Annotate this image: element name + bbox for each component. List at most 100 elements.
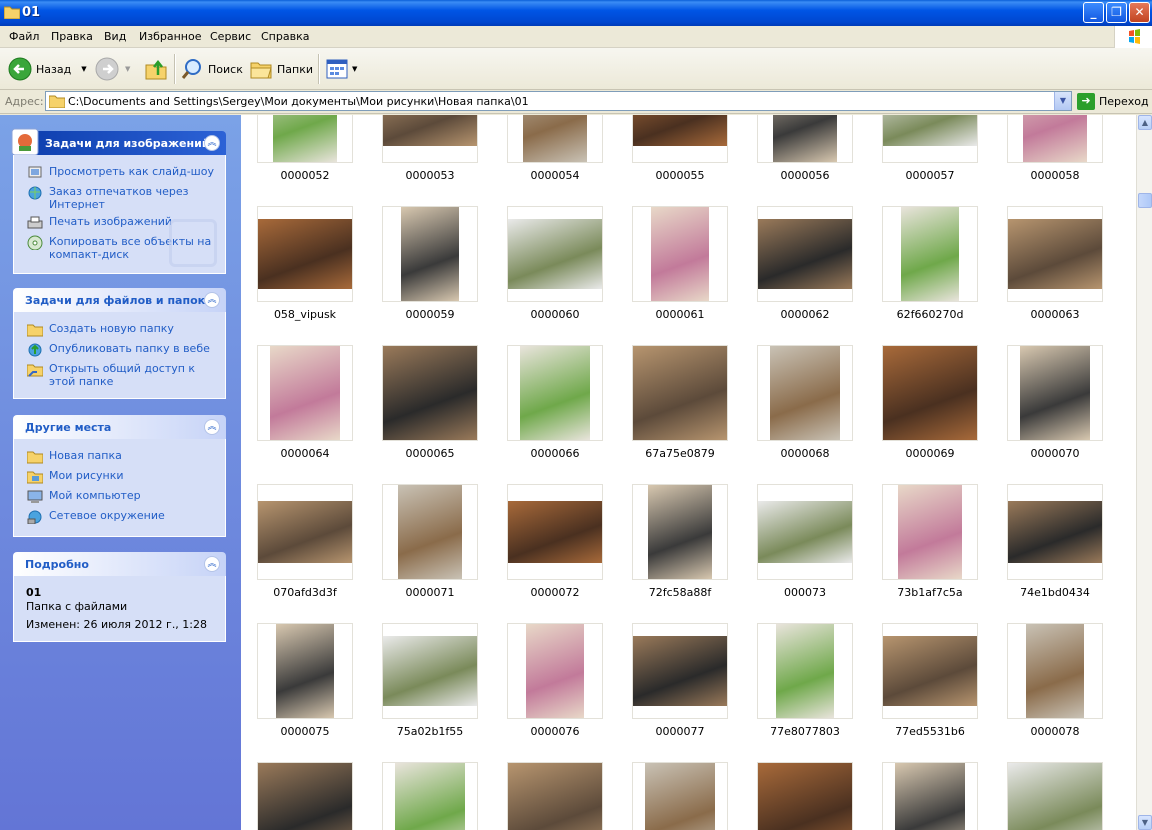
file-thumbnail[interactable] bbox=[632, 345, 728, 441]
file-thumbnail[interactable] bbox=[257, 623, 353, 719]
file-name-label[interactable]: 0000070 bbox=[995, 447, 1115, 460]
share-folder-link[interactable]: Открыть общий доступ к этой папке bbox=[27, 362, 217, 388]
file-name-label[interactable]: 070afd3d3f bbox=[245, 586, 365, 599]
collapse-chevron-icon[interactable]: ︽ bbox=[204, 292, 220, 308]
file-name-label[interactable]: 0000056 bbox=[745, 169, 865, 182]
file-tasks-header[interactable]: Задачи для файлов и папок ︽ bbox=[13, 288, 226, 312]
order-prints-link[interactable]: Заказ отпечатков через Интернет bbox=[27, 185, 217, 211]
file-name-label[interactable]: 0000075 bbox=[245, 725, 365, 738]
file-thumbnail[interactable] bbox=[382, 206, 478, 302]
file-name-label[interactable]: 0000052 bbox=[245, 169, 365, 182]
address-input[interactable]: C:\Documents and Settings\Sergey\Мои док… bbox=[45, 91, 1072, 111]
file-thumbnail[interactable] bbox=[507, 206, 603, 302]
forward-dropdown-icon[interactable]: ▼ bbox=[125, 65, 130, 73]
file-thumbnail[interactable] bbox=[882, 115, 978, 163]
file-thumbnail[interactable] bbox=[632, 484, 728, 580]
file-name-label[interactable]: 77e8077803 bbox=[745, 725, 865, 738]
file-thumbnail[interactable] bbox=[882, 484, 978, 580]
file-thumbnail[interactable] bbox=[507, 345, 603, 441]
file-name-label[interactable]: 0000062 bbox=[745, 308, 865, 321]
image-tasks-header[interactable]: Задачи для изображений ︽ bbox=[11, 128, 226, 156]
details-header[interactable]: Подробно ︽ bbox=[13, 552, 226, 576]
file-thumbnail[interactable] bbox=[507, 115, 603, 163]
file-name-label[interactable]: 0000054 bbox=[495, 169, 615, 182]
file-thumbnail[interactable] bbox=[632, 623, 728, 719]
file-name-label[interactable]: 0000055 bbox=[620, 169, 740, 182]
publish-web-link[interactable]: Опубликовать папку в вебе bbox=[27, 342, 217, 357]
file-thumbnail[interactable] bbox=[507, 484, 603, 580]
forward-button[interactable]: ▼ bbox=[95, 55, 130, 83]
file-name-label[interactable]: 0000061 bbox=[620, 308, 740, 321]
file-name-label[interactable]: 62f660270d bbox=[870, 308, 990, 321]
file-name-label[interactable]: 0000072 bbox=[495, 586, 615, 599]
file-thumbnail[interactable] bbox=[382, 623, 478, 719]
file-name-label[interactable]: 0000066 bbox=[495, 447, 615, 460]
file-thumbnail[interactable] bbox=[1007, 762, 1103, 830]
file-name-label[interactable]: 0000078 bbox=[995, 725, 1115, 738]
search-button[interactable]: Поиск bbox=[180, 55, 243, 83]
other-places-header[interactable]: Другие места ︽ bbox=[13, 415, 226, 439]
back-dropdown-icon[interactable]: ▼ bbox=[81, 65, 86, 73]
file-name-label[interactable]: 0000063 bbox=[995, 308, 1115, 321]
file-name-label[interactable]: 0000060 bbox=[495, 308, 615, 321]
file-name-label[interactable]: 0000058 bbox=[995, 169, 1115, 182]
vertical-scrollbar[interactable]: ▲ ▼ bbox=[1136, 115, 1152, 830]
file-thumbnail[interactable] bbox=[632, 115, 728, 163]
file-thumbnail[interactable] bbox=[382, 762, 478, 830]
file-thumbnail[interactable] bbox=[1007, 206, 1103, 302]
file-name-label[interactable]: 000073 bbox=[745, 586, 865, 599]
place-network[interactable]: Сетевое окружение bbox=[27, 509, 217, 524]
new-folder-link[interactable]: Создать новую папку bbox=[27, 322, 217, 337]
file-thumbnail[interactable] bbox=[257, 206, 353, 302]
back-button[interactable]: Назад ▼ bbox=[8, 55, 87, 83]
file-thumbnail[interactable] bbox=[757, 484, 853, 580]
file-name-label[interactable]: 67a75e0879 bbox=[620, 447, 740, 460]
scroll-down-icon[interactable]: ▼ bbox=[1138, 815, 1152, 830]
file-thumbnail[interactable] bbox=[1007, 623, 1103, 719]
folders-button[interactable]: Папки bbox=[249, 55, 313, 83]
file-thumbnail[interactable] bbox=[507, 762, 603, 830]
file-thumbnail[interactable] bbox=[632, 206, 728, 302]
file-name-label[interactable]: 0000059 bbox=[370, 308, 490, 321]
file-name-label[interactable]: 74e1bd0434 bbox=[995, 586, 1115, 599]
file-thumbnail[interactable] bbox=[1007, 345, 1103, 441]
file-thumbnail[interactable] bbox=[882, 623, 978, 719]
menu-tools[interactable]: Сервис bbox=[210, 30, 251, 43]
file-thumbnail[interactable] bbox=[1007, 484, 1103, 580]
file-name-label[interactable]: 73b1af7c5a bbox=[870, 586, 990, 599]
file-name-label[interactable]: 0000069 bbox=[870, 447, 990, 460]
menu-view[interactable]: Вид bbox=[104, 30, 126, 43]
file-thumbnail[interactable] bbox=[382, 115, 478, 163]
file-name-label[interactable]: 0000077 bbox=[620, 725, 740, 738]
file-thumbnail[interactable] bbox=[257, 762, 353, 830]
slideshow-link[interactable]: Просмотреть как слайд-шоу bbox=[27, 165, 217, 178]
collapse-chevron-icon[interactable]: ︽ bbox=[204, 556, 220, 572]
file-thumbnail[interactable] bbox=[382, 345, 478, 441]
file-name-label[interactable]: 0000065 bbox=[370, 447, 490, 460]
menu-help[interactable]: Справка bbox=[261, 30, 309, 43]
address-dropdown-icon[interactable]: ▼ bbox=[1054, 92, 1071, 110]
file-name-label[interactable]: 058_vipusk bbox=[245, 308, 365, 321]
go-arrow-icon[interactable]: ➜ bbox=[1077, 93, 1095, 110]
place-my-computer[interactable]: Мой компьютер bbox=[27, 489, 217, 503]
collapse-chevron-icon[interactable]: ︽ bbox=[204, 135, 220, 151]
file-thumbnail[interactable] bbox=[507, 623, 603, 719]
file-thumbnail[interactable] bbox=[757, 206, 853, 302]
go-button[interactable]: Переход bbox=[1099, 95, 1149, 108]
file-thumbnail[interactable] bbox=[632, 762, 728, 830]
up-folder-button[interactable] bbox=[144, 55, 168, 83]
maximize-button[interactable]: ❐ bbox=[1106, 2, 1127, 23]
file-name-label[interactable]: 0000064 bbox=[245, 447, 365, 460]
file-name-label[interactable]: 0000068 bbox=[745, 447, 865, 460]
file-thumbnail-view[interactable]: 0000052 0000053 0000054 0000055 0000056 00000… bbox=[241, 115, 1136, 830]
file-thumbnail[interactable] bbox=[257, 345, 353, 441]
close-button[interactable]: ✕ bbox=[1129, 2, 1150, 23]
file-name-label[interactable]: 77ed5531b6 bbox=[870, 725, 990, 738]
file-thumbnail[interactable] bbox=[882, 762, 978, 830]
file-name-label[interactable]: 0000057 bbox=[870, 169, 990, 182]
scrollbar-thumb[interactable] bbox=[1138, 193, 1152, 208]
file-thumbnail[interactable] bbox=[882, 345, 978, 441]
place-new-folder[interactable]: Новая папка bbox=[27, 449, 217, 464]
file-thumbnail[interactable] bbox=[757, 115, 853, 163]
file-name-label[interactable]: 0000071 bbox=[370, 586, 490, 599]
